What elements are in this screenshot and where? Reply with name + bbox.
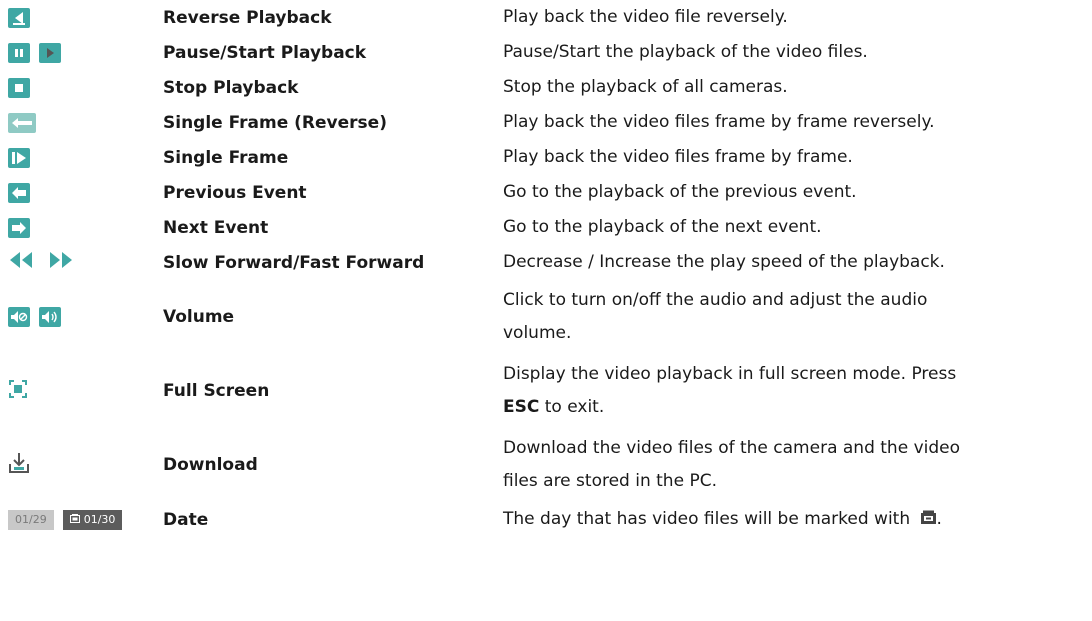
slow-forward-icon[interactable] <box>8 251 34 274</box>
table-row: Download Download the video files of the… <box>0 428 1092 502</box>
description-line: volume. <box>503 323 572 343</box>
table-row: Pause/Start Playback Pause/Start the pla… <box>0 35 1092 70</box>
control-name: Pause/Start Playback <box>163 42 367 63</box>
date-cell-marked[interactable]: 01/30 <box>62 509 123 530</box>
play-icon[interactable] <box>39 42 61 63</box>
description-line: files are stored in the PC. <box>503 471 717 491</box>
control-name: Download <box>163 455 258 475</box>
control-name: Reverse Playback <box>163 7 332 28</box>
control-name: Slow Forward/Fast Forward <box>163 252 425 273</box>
description-end: . <box>936 509 942 529</box>
video-mark-icon <box>69 513 80 526</box>
control-name: Full Screen <box>163 381 270 401</box>
volume-on-icon[interactable] <box>39 307 61 327</box>
control-description: Download the video files of the camera a… <box>503 428 1092 502</box>
description-line: The day that has video files will be mar… <box>503 509 911 529</box>
control-name: Previous Event <box>163 182 307 203</box>
description-line: Click to turn on/off the audio and adjus… <box>503 290 928 310</box>
fast-forward-icon[interactable] <box>48 251 74 274</box>
date-label: 01/30 <box>83 513 116 526</box>
control-description: Go to the playback of the next event. <box>503 217 822 237</box>
download-icon[interactable] <box>8 452 30 479</box>
table-row: Previous Event Go to the playback of the… <box>0 175 1092 210</box>
single-frame-icon[interactable] <box>8 147 30 168</box>
control-description: Click to turn on/off the audio and adjus… <box>503 280 1092 354</box>
table-row: Full Screen Display the video playback i… <box>0 354 1092 428</box>
full-screen-icon[interactable] <box>8 379 28 404</box>
stop-icon[interactable] <box>8 77 30 98</box>
volume-off-icon[interactable] <box>8 307 30 327</box>
control-description: Decrease / Increase the play speed of th… <box>503 252 945 272</box>
date-cell-plain[interactable]: 01/29 <box>8 509 54 530</box>
control-name: Next Event <box>163 217 269 238</box>
table-row: Slow Forward/Fast Forward Decrease / Inc… <box>0 245 1092 280</box>
control-description: The day that has video files will be mar… <box>503 502 1092 537</box>
video-file-mark-icon <box>920 504 937 524</box>
reverse-playback-icon[interactable] <box>8 7 30 28</box>
control-description: Pause/Start the playback of the video fi… <box>503 42 868 62</box>
table-row: Stop Playback Stop the playback of all c… <box>0 70 1092 105</box>
description-line: Display the video playback in full scree… <box>503 364 957 384</box>
description-line: Download the video files of the camera a… <box>503 438 961 458</box>
table-row: Next Event Go to the playback of the nex… <box>0 210 1092 245</box>
table-row: Single Frame (Reverse) Play back the vid… <box>0 105 1092 140</box>
control-name: Volume <box>163 307 235 327</box>
control-name: Single Frame <box>163 147 289 168</box>
table-row: Single Frame Play back the video files f… <box>0 140 1092 175</box>
control-description: Play back the video files frame by frame… <box>503 112 935 132</box>
control-description: Play back the video file reversely. <box>503 7 788 27</box>
table-row: Volume Click to turn on/off the audio an… <box>0 280 1092 354</box>
pause-icon[interactable] <box>8 42 30 63</box>
control-name: Single Frame (Reverse) <box>163 112 387 133</box>
single-frame-reverse-icon[interactable] <box>8 112 36 133</box>
control-description: Display the video playback in full scree… <box>503 354 1092 428</box>
control-name: Stop Playback <box>163 77 299 98</box>
esc-key-label: ESC <box>503 397 540 417</box>
description-line: to exit. <box>539 397 605 417</box>
control-description: Play back the video files frame by frame… <box>503 147 853 167</box>
playback-controls-table: Reverse Playback Play back the video fil… <box>0 0 1092 537</box>
control-description: Go to the playback of the previous event… <box>503 182 857 202</box>
table-row: 01/29 01/30 Date The day that has video … <box>0 502 1092 537</box>
table-row: Reverse Playback Play back the video fil… <box>0 0 1092 35</box>
control-name: Date <box>163 509 209 530</box>
previous-event-icon[interactable] <box>8 182 30 203</box>
next-event-icon[interactable] <box>8 217 30 238</box>
control-description: Stop the playback of all cameras. <box>503 77 788 97</box>
